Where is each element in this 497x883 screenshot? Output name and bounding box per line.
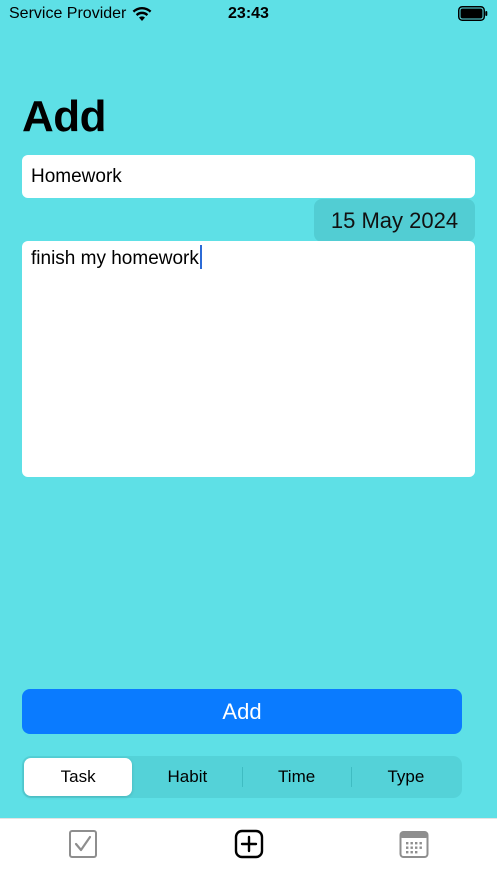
text-caret — [199, 245, 202, 269]
add-button[interactable]: Add — [22, 689, 462, 734]
segment-habit[interactable]: Habit — [133, 758, 241, 796]
status-bar: Service Provider 23:43 — [0, 0, 497, 30]
date-picker[interactable]: 15 May 2024 — [314, 199, 475, 242]
description-text: finish my homework — [31, 248, 199, 269]
status-time: 23:43 — [228, 5, 269, 22]
segment-task[interactable]: Task — [24, 758, 133, 796]
segment-time[interactable]: Time — [243, 758, 351, 796]
task-name-input[interactable] — [22, 155, 475, 198]
battery-icon — [458, 6, 488, 21]
type-segmented-control: Task Habit Time Type — [22, 756, 462, 798]
plus-square-icon[interactable] — [234, 829, 264, 859]
checkbox-icon[interactable] — [68, 829, 98, 859]
description-textarea[interactable]: finish my homework — [22, 241, 475, 477]
tab-bar — [0, 818, 497, 883]
calendar-icon[interactable] — [399, 829, 429, 859]
segment-type[interactable]: Type — [352, 758, 460, 796]
page-title: Add — [22, 92, 107, 141]
